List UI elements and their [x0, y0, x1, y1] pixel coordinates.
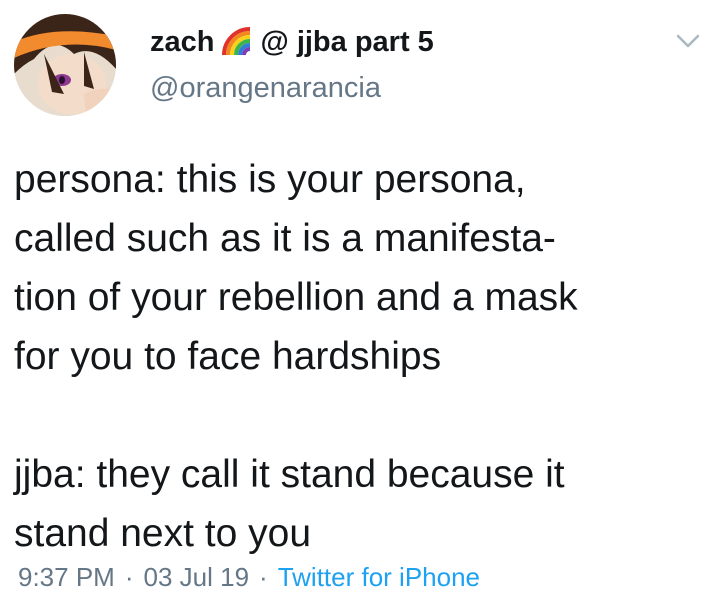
tweet-metadata: 9:37 PM · 03 Jul 19 · Twitter for iPhone: [18, 562, 480, 593]
separator: ·: [259, 562, 268, 592]
tweet-paragraph: persona: this is your persona, called su…: [14, 158, 578, 378]
user-handle[interactable]: @orangenarancia: [150, 68, 682, 108]
avatar[interactable]: [14, 14, 116, 116]
tweet-source-link[interactable]: Twitter for iPhone: [278, 562, 480, 592]
tweet-text: persona: this is your persona, called su…: [14, 150, 704, 563]
separator: ·: [124, 562, 134, 592]
chevron-down-icon[interactable]: [674, 30, 702, 52]
tweet-date[interactable]: 03 Jul 19: [144, 562, 250, 592]
avatar-image: [14, 14, 116, 116]
display-name-row[interactable]: zach @ jjba part 5: [150, 20, 682, 64]
rainbow-icon: [222, 27, 252, 57]
tweet-paragraph: jjba: they call it stand because it stan…: [14, 453, 565, 555]
display-name[interactable]: zach: [150, 26, 214, 59]
tweet-time[interactable]: 9:37 PM: [18, 562, 115, 592]
tweet-card: zach @ jjba part 5 @orangenarancia perso…: [0, 0, 722, 614]
tweet-header: zach @ jjba part 5 @orangenarancia: [150, 20, 682, 108]
display-name-suffix: @ jjba part 5: [260, 25, 434, 58]
